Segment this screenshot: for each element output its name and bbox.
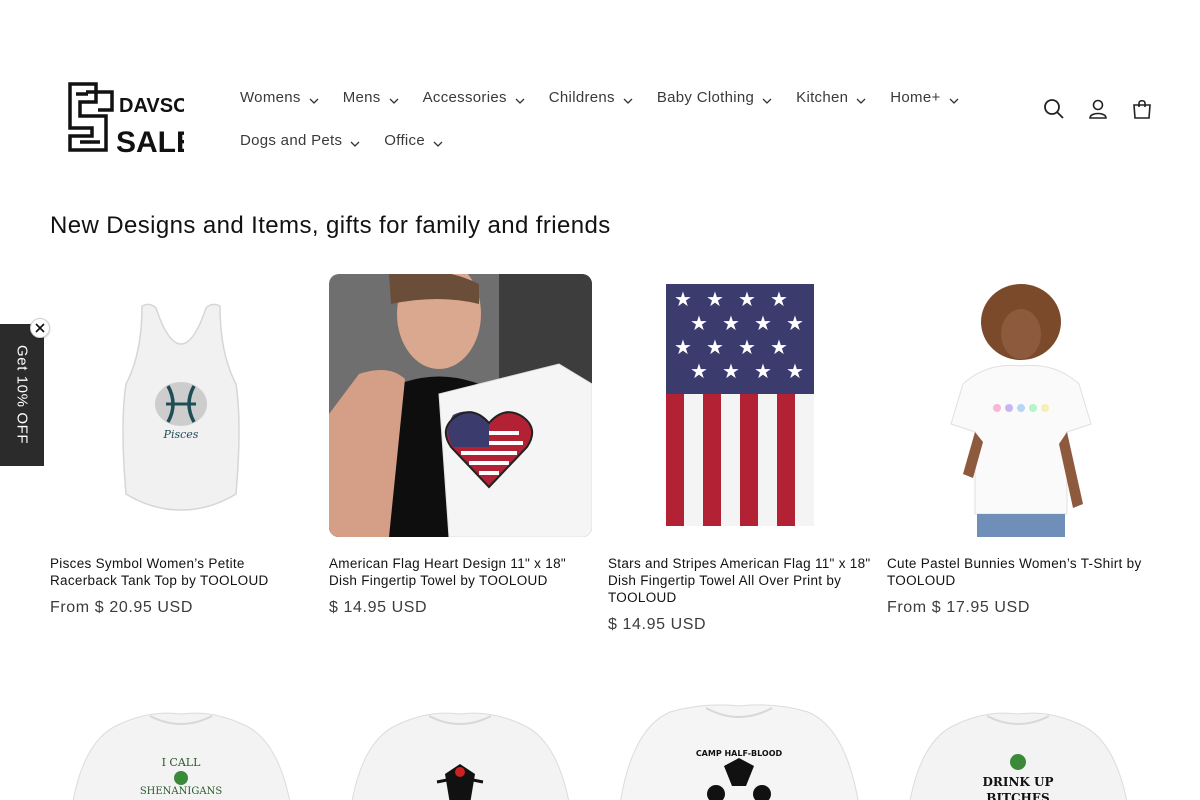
chevron-down-icon <box>350 136 360 147</box>
svg-text:★: ★ <box>770 335 788 359</box>
nav-item-label: Home+ <box>890 89 941 106</box>
svg-text:SHENANIGANS: SHENANIGANS <box>140 786 223 797</box>
svg-text:★: ★ <box>706 335 724 359</box>
svg-text:★: ★ <box>738 335 756 359</box>
chevron-down-icon <box>949 93 959 104</box>
nav-item-womens[interactable]: Womens <box>228 89 331 106</box>
svg-text:SALES: SALES <box>116 126 184 156</box>
nav-item-label: Office <box>384 132 426 149</box>
chevron-down-icon <box>389 93 399 104</box>
svg-text:★: ★ <box>690 311 708 335</box>
svg-text:★: ★ <box>738 287 756 311</box>
svg-text:★: ★ <box>722 311 740 335</box>
svg-text:Pisces: Pisces <box>163 428 199 441</box>
svg-text:★: ★ <box>754 359 772 383</box>
search-icon[interactable] <box>1042 97 1066 121</box>
nav-item-mens[interactable]: Mens <box>331 89 411 106</box>
close-icon[interactable] <box>30 318 50 338</box>
svg-text:★: ★ <box>690 359 708 383</box>
product-image[interactable]: I CALL SHENANIGANS <box>50 690 313 800</box>
product-image[interactable]: DRINK UP BITCHES <box>887 690 1150 800</box>
product-card[interactable]: American Flag Heart Design 11" x 18" Dis… <box>329 274 592 634</box>
product-title[interactable]: Stars and Stripes American Flag 11" x 18… <box>608 555 871 606</box>
product-image[interactable]: ★ ★ ★ ★ ★ ★ ★ ★ ★ ★ ★ ★ ★ ★ ★ ★ <box>608 274 871 537</box>
product-title[interactable]: Pisces Symbol Women’s Petite Racerback T… <box>50 555 313 589</box>
nav-item-label: Womens <box>240 89 301 106</box>
product-price: $ 14.95 USD <box>608 616 707 633</box>
nav-item-label: Dogs and Pets <box>240 132 343 149</box>
product-card[interactable]: ★ ★ ★ ★ ★ ★ ★ ★ ★ ★ ★ ★ ★ ★ ★ ★ Stars and Stripes Am… <box>608 274 871 634</box>
nav-item-dogs-and-pets[interactable]: Dogs and Pets <box>228 132 372 149</box>
product-image[interactable]: CAMP HALF-BLOOD <box>608 690 871 800</box>
chevron-down-icon <box>433 136 443 147</box>
chevron-down-icon <box>762 93 772 104</box>
store-logo[interactable]: DAVSON SALES <box>66 80 216 159</box>
promo-label: Get 10% OFF <box>13 345 31 445</box>
nav-item-label: Childrens <box>548 89 615 106</box>
nav-item-accessories[interactable]: Accessories <box>411 89 537 106</box>
product-grid: Pisces Pisces Symbol Women’s Petite Race… <box>50 274 1150 634</box>
chevron-down-icon <box>856 93 866 104</box>
svg-text:★: ★ <box>754 311 772 335</box>
product-price: From $ 20.95 USD <box>50 599 193 616</box>
chevron-down-icon <box>623 93 633 104</box>
product-grid-row-2: I CALL SHENANIGANS CAMP HALF-BLOOD DRINK… <box>50 690 1150 800</box>
nav-item-kitchen[interactable]: Kitchen <box>784 89 878 106</box>
svg-text:★: ★ <box>722 359 740 383</box>
svg-text:★: ★ <box>674 335 692 359</box>
svg-text:★: ★ <box>706 287 724 311</box>
svg-text:★: ★ <box>674 287 692 311</box>
product-card[interactable]: Cute Pastel Bunnies Women’s T-Shirt by T… <box>887 274 1150 634</box>
nav-item-office[interactable]: Office <box>372 132 455 149</box>
product-title[interactable]: American Flag Heart Design 11" x 18" Dis… <box>329 555 592 589</box>
chevron-down-icon <box>309 93 319 104</box>
product-image[interactable] <box>329 690 592 800</box>
nav-item-baby-clothing[interactable]: Baby Clothing <box>645 89 784 106</box>
svg-text:I CALL: I CALL <box>162 756 202 769</box>
chevron-down-icon <box>515 93 525 104</box>
nav-item-childrens[interactable]: Childrens <box>537 89 645 106</box>
nav-item-label: Baby Clothing <box>656 89 755 106</box>
svg-text:DRINK UP: DRINK UP <box>982 775 1053 789</box>
product-price: $ 14.95 USD <box>329 599 428 616</box>
svg-text:★: ★ <box>786 311 804 335</box>
product-image[interactable]: Pisces <box>50 274 313 537</box>
nav-item-label: Kitchen <box>796 89 849 106</box>
svg-text:CAMP HALF-BLOOD: CAMP HALF-BLOOD <box>696 749 783 758</box>
site-header: DAVSON SALES Womens Mens Accessories Childr… <box>0 0 1200 190</box>
svg-text:BITCHES: BITCHES <box>986 791 1049 800</box>
section-title: New Designs and Items, gifts for family … <box>50 212 611 239</box>
account-icon[interactable] <box>1086 97 1110 121</box>
product-title[interactable]: Cute Pastel Bunnies Women’s T-Shirt by T… <box>887 555 1150 589</box>
nav-item-label: Mens <box>342 89 381 106</box>
main-navigation: Womens Mens Accessories Childrens Baby Cloth… <box>228 76 988 162</box>
svg-text:★: ★ <box>786 359 804 383</box>
svg-text:★: ★ <box>770 287 788 311</box>
discount-promo-tab[interactable]: Get 10% OFF <box>0 324 44 466</box>
nav-item-home[interactable]: Home+ <box>878 89 970 106</box>
nav-item-label: Accessories <box>422 89 507 106</box>
header-icons <box>1042 97 1154 121</box>
product-card[interactable]: Pisces Pisces Symbol Women’s Petite Race… <box>50 274 313 634</box>
svg-text:DAVSON: DAVSON <box>119 95 184 117</box>
cart-icon[interactable] <box>1130 97 1154 121</box>
product-price: From $ 17.95 USD <box>887 599 1030 616</box>
product-image[interactable] <box>887 274 1150 537</box>
product-image[interactable] <box>329 274 592 537</box>
